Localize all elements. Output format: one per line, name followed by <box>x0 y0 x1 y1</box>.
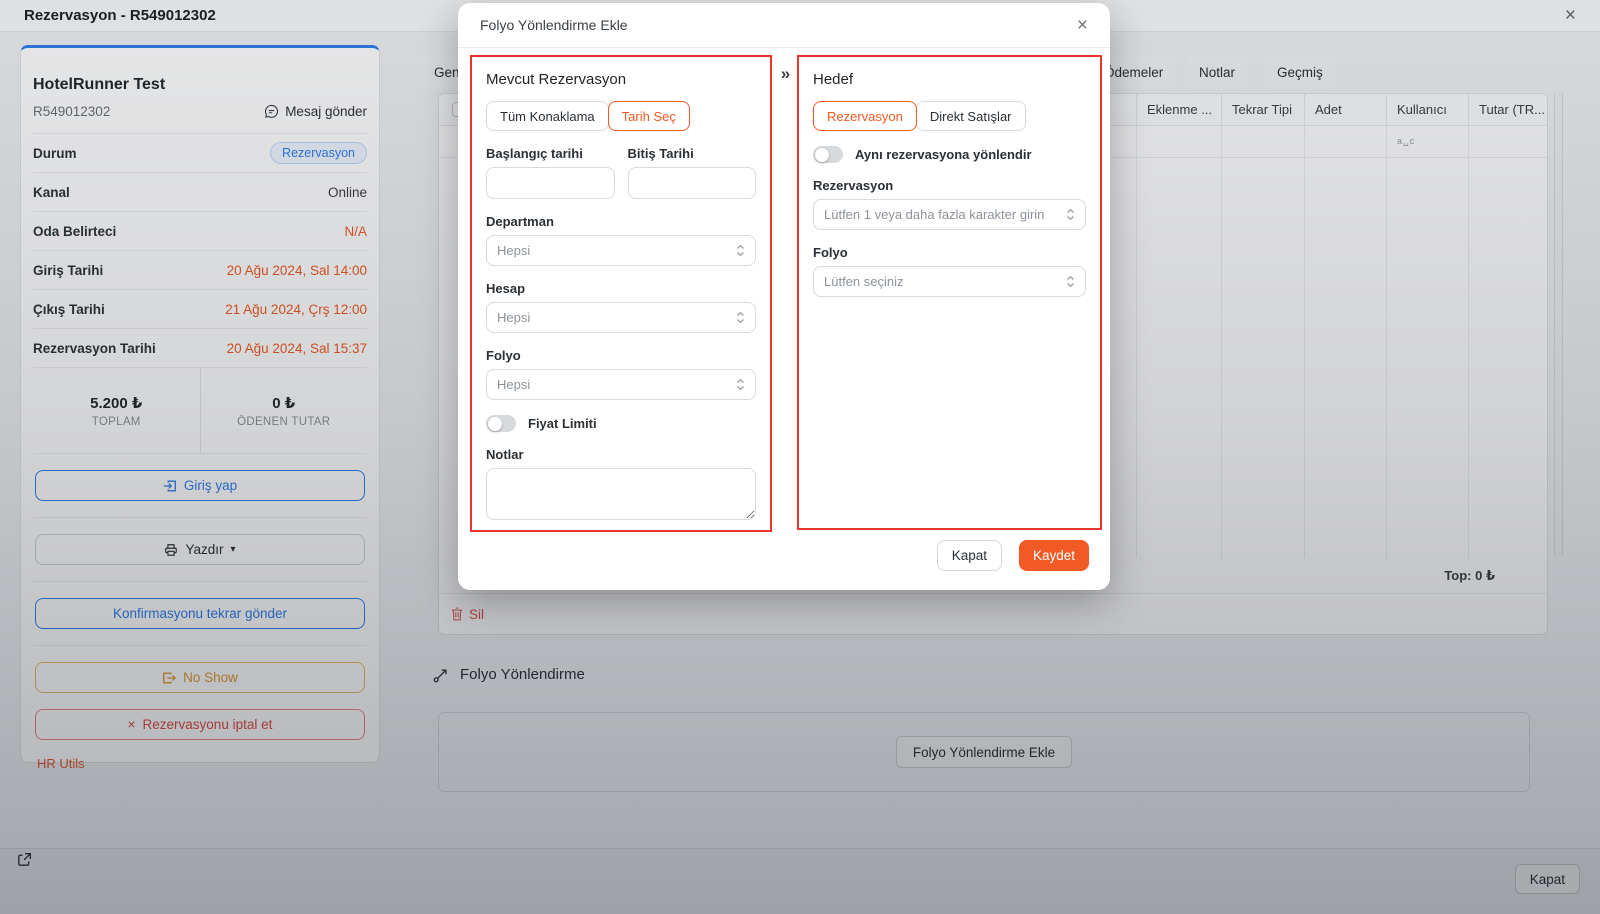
department-select[interactable]: Hepsi <box>486 235 756 266</box>
chevron-updown-icon <box>1066 275 1075 288</box>
price-limit-label: Fiyat Limiti <box>528 416 597 431</box>
end-date-input[interactable] <box>628 167 757 199</box>
segment-direct-sales[interactable]: Direkt Satışlar <box>916 101 1026 131</box>
notes-label: Notlar <box>486 447 756 462</box>
account-label: Hesap <box>486 281 756 296</box>
price-limit-toggle[interactable] <box>486 415 516 432</box>
modal-header: Folyo Yönlendirme Ekle × <box>458 3 1110 48</box>
modal-close-icon[interactable]: × <box>1077 16 1088 35</box>
modal-close-button[interactable]: Kapat <box>937 540 1002 571</box>
target-reservation-select[interactable]: Lütfen 1 veya daha fazla karakter girin <box>813 199 1086 230</box>
chevron-updown-icon <box>736 311 745 324</box>
source-folio-label: Folyo <box>486 348 756 363</box>
start-date-label: Başlangıç tarihi <box>486 146 615 161</box>
source-segment-control: Tüm Konaklama Tarih Seç <box>486 101 756 131</box>
same-reservation-toggle[interactable] <box>813 146 843 163</box>
target-reservation-label: Rezervasyon <box>813 178 1086 193</box>
start-date-input[interactable] <box>486 167 615 199</box>
chevron-updown-icon <box>1066 208 1075 221</box>
department-label: Departman <box>486 214 756 229</box>
end-date-label: Bitiş Tarihi <box>628 146 757 161</box>
modal-title: Folyo Yönlendirme Ekle <box>480 17 628 33</box>
source-panel-title: Mevcut Rezervasyon <box>486 71 756 88</box>
source-folio-select[interactable]: Hepsi <box>486 369 756 400</box>
account-select[interactable]: Hepsi <box>486 302 756 333</box>
same-reservation-label: Aynı rezervasyona yönlendir <box>855 147 1032 162</box>
modal-save-button[interactable]: Kaydet <box>1019 540 1089 571</box>
source-panel: Mevcut Rezervasyon Tüm Konaklama Tarih S… <box>470 55 772 532</box>
chevron-updown-icon <box>736 244 745 257</box>
folio-routing-modal: Folyo Yönlendirme Ekle × Mevcut Rezervas… <box>458 3 1110 590</box>
target-folio-select[interactable]: Lütfen seçiniz <box>813 266 1086 297</box>
target-folio-label: Folyo <box>813 245 1086 260</box>
target-panel-title: Hedef <box>813 71 1086 88</box>
chevron-updown-icon <box>736 378 745 391</box>
double-chevron-right-icon: » <box>774 64 797 84</box>
segment-select-dates[interactable]: Tarih Seç <box>608 101 690 131</box>
target-segment-control: Rezervasyon Direkt Satışlar <box>813 101 1086 131</box>
segment-reservation[interactable]: Rezervasyon <box>813 101 917 131</box>
notes-textarea[interactable] <box>486 468 756 520</box>
segment-all-stay[interactable]: Tüm Konaklama <box>486 101 609 131</box>
target-panel: Hedef Rezervasyon Direkt Satışlar Aynı r… <box>797 55 1102 530</box>
